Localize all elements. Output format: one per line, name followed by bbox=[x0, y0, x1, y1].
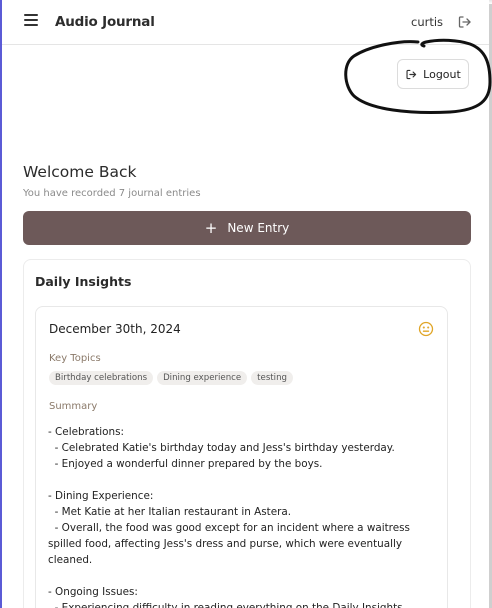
entry-count-text: You have recorded 7 journal entries bbox=[23, 188, 201, 199]
app-title: Audio Journal bbox=[55, 14, 155, 30]
username-label: curtis bbox=[411, 15, 444, 29]
logout-button[interactable]: Logout bbox=[397, 59, 469, 89]
summary-text: - Celebrations: - Celebrated Katie's bir… bbox=[48, 426, 410, 608]
new-entry-button[interactable]: + New Entry bbox=[23, 211, 471, 245]
insight-entry-card[interactable]: December 30th, 2024 Key Topics Birthday … bbox=[35, 306, 448, 608]
hamburger-menu-icon[interactable] bbox=[24, 14, 38, 28]
topic-tags: Birthday celebrations Dining experience … bbox=[49, 371, 293, 385]
plus-icon: + bbox=[204, 218, 218, 237]
new-entry-label: New Entry bbox=[227, 221, 290, 235]
logout-button-label: Logout bbox=[423, 67, 461, 81]
neutral-face-icon bbox=[418, 321, 434, 337]
topic-tag: Birthday celebrations bbox=[49, 371, 154, 385]
topic-tag: Dining experience bbox=[157, 371, 248, 385]
welcome-heading: Welcome Back bbox=[23, 163, 137, 181]
left-edge-line bbox=[0, 0, 2, 608]
daily-insights-card: Daily Insights December 30th, 2024 Key T… bbox=[23, 259, 471, 608]
key-topics-label: Key Topics bbox=[49, 353, 101, 364]
logout-icon[interactable] bbox=[457, 14, 473, 30]
daily-insights-title: Daily Insights bbox=[35, 274, 132, 289]
topic-tag: testing bbox=[251, 371, 293, 385]
top-navigation-bar: Audio Journal curtis bbox=[2, 0, 489, 45]
logout-icon bbox=[406, 69, 417, 79]
entry-date: December 30th, 2024 bbox=[49, 322, 181, 336]
summary-label: Summary bbox=[49, 401, 98, 412]
